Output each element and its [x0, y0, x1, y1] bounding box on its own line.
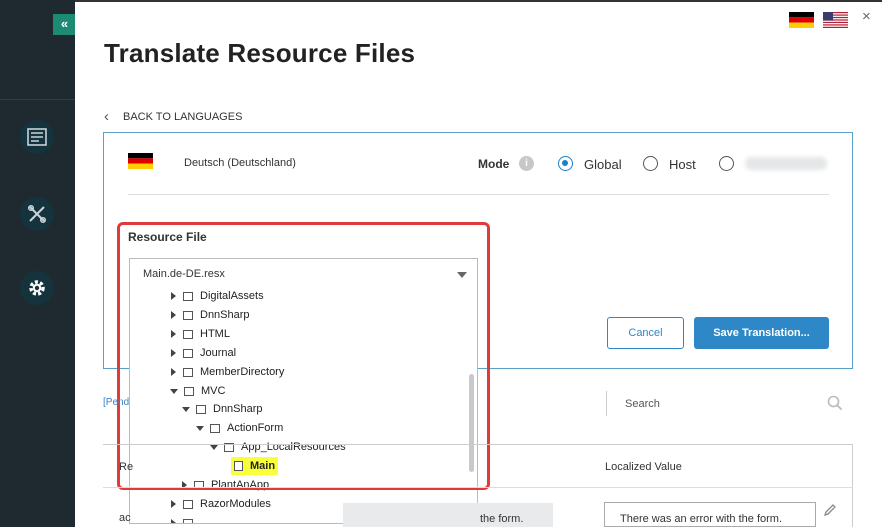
resource-file-tree[interactable]: DigitalAssets DnnSharp HTML Journal Memb… — [129, 288, 478, 524]
resource-file-label: Resource File — [128, 230, 207, 244]
tree-node[interactable] — [171, 514, 200, 523]
edit-pencil-icon[interactable] — [823, 503, 837, 517]
mode-global-label[interactable]: Global — [584, 157, 622, 172]
collapse-arrow-icon[interactable] — [182, 406, 190, 412]
expand-arrow-icon[interactable] — [171, 349, 176, 357]
close-icon[interactable]: × — [862, 8, 871, 25]
table-row-separator — [103, 487, 853, 488]
folder-icon — [183, 310, 193, 320]
mode-host-radio[interactable] — [643, 156, 658, 171]
back-to-languages-link[interactable]: ‹ BACK TO LANGUAGES — [104, 108, 242, 125]
expand-arrow-icon[interactable] — [171, 500, 176, 508]
resource-key-cell: ac — [119, 512, 131, 524]
folder-icon — [183, 329, 193, 339]
search-icon[interactable] — [827, 395, 843, 411]
tree-scrollbar[interactable] — [469, 374, 474, 472]
settings-gear-icon[interactable] — [20, 271, 54, 305]
folder-icon — [194, 480, 204, 490]
table-border — [103, 444, 853, 445]
sidebar — [0, 0, 75, 527]
mode-global-radio[interactable] — [558, 156, 573, 171]
tree-node[interactable]: Journal — [171, 344, 236, 362]
tree-node-label: App_LocalResources — [241, 441, 346, 453]
pending-filter[interactable]: [Pend — [103, 397, 129, 408]
cancel-button[interactable]: Cancel — [607, 317, 684, 349]
tree-node[interactable]: DigitalAssets — [171, 288, 264, 305]
tree-node-selected[interactable]: Main — [231, 457, 279, 475]
tree-node-label: PlantAnApp — [211, 479, 270, 491]
folder-icon — [183, 367, 193, 377]
blurred-portal-label — [745, 157, 827, 170]
tree-node[interactable]: DnnSharp — [182, 400, 263, 418]
collapse-arrow-icon[interactable] — [170, 388, 178, 394]
page-title: Translate Resource Files — [104, 38, 416, 68]
tree-node[interactable]: MemberDirectory — [171, 363, 284, 381]
info-icon[interactable]: i — [519, 156, 534, 171]
tools-icon[interactable] — [20, 197, 54, 231]
folder-icon — [196, 404, 206, 414]
tree-node-label: HTML — [200, 328, 230, 340]
back-label: BACK TO LANGUAGES — [123, 110, 243, 123]
tree-node[interactable]: DnnSharp — [171, 306, 250, 324]
us-flag-icon[interactable] — [823, 12, 848, 28]
expand-arrow-icon[interactable] — [171, 311, 176, 319]
tree-node-label: DigitalAssets — [200, 290, 264, 302]
folder-icon — [183, 518, 193, 523]
folder-icon — [183, 348, 193, 358]
card-divider — [128, 194, 829, 195]
search-box — [606, 391, 853, 416]
expand-arrow-icon[interactable] — [171, 519, 176, 523]
tree-node-label: MemberDirectory — [200, 366, 285, 378]
tree-node-label: Main — [250, 460, 276, 472]
tree-node-label: RazorModules — [200, 498, 271, 510]
tree-node-label: DnnSharp — [200, 309, 250, 321]
file-icon — [234, 461, 243, 471]
mode-host-label[interactable]: Host — [669, 157, 696, 172]
save-translation-button[interactable]: Save Translation... — [694, 317, 829, 349]
tree-node-label: ActionForm — [227, 422, 284, 434]
mode-label: Mode — [478, 157, 510, 171]
tree-node[interactable]: MVC — [170, 382, 225, 400]
collapse-sidebar-button[interactable]: « — [53, 14, 76, 35]
expand-arrow-icon[interactable] — [171, 330, 176, 338]
folder-icon — [183, 291, 193, 301]
collapse-arrow-icon[interactable] — [196, 425, 204, 431]
chevron-left-icon: ‹ — [104, 108, 109, 125]
default-value-text: the form. — [480, 513, 524, 525]
column-header-localized-value: Localized Value — [605, 461, 682, 473]
expand-arrow-icon[interactable] — [171, 368, 176, 376]
search-input[interactable] — [625, 396, 825, 412]
german-flag-icon[interactable] — [789, 12, 814, 28]
tree-node[interactable]: App_LocalResources — [210, 438, 346, 456]
localized-value-input[interactable]: There was an error with the form. — [604, 502, 816, 527]
column-header-resource: Re — [119, 461, 134, 473]
pages-icon[interactable] — [20, 120, 54, 154]
resource-file-select[interactable]: Main.de-DE.resx — [129, 258, 478, 289]
folder-icon — [184, 386, 194, 396]
resource-file-value: Main.de-DE.resx — [143, 268, 225, 280]
german-flag-icon — [128, 153, 153, 169]
folder-icon — [183, 499, 193, 509]
tree-node[interactable]: PlantAnApp — [182, 476, 269, 494]
tree-node[interactable]: ActionForm — [196, 419, 283, 437]
mode-portal-radio[interactable] — [719, 156, 734, 171]
expand-arrow-icon[interactable] — [171, 292, 176, 300]
tree-node-label: Journal — [200, 347, 237, 359]
tree-node[interactable]: RazorModules — [171, 495, 271, 513]
default-value-cell: the form. — [343, 503, 553, 527]
folder-icon — [210, 423, 220, 433]
tree-node[interactable]: HTML — [171, 325, 230, 343]
caret-down-icon — [457, 272, 467, 278]
localized-value-text: There was an error with the form. — [620, 513, 783, 525]
tree-node-label: DnnSharp — [213, 403, 263, 415]
collapse-arrow-icon[interactable] — [210, 444, 218, 450]
tree-node-label: MVC — [201, 385, 226, 397]
language-name: Deutsch (Deutschland) — [184, 157, 296, 169]
table-border — [852, 444, 853, 527]
